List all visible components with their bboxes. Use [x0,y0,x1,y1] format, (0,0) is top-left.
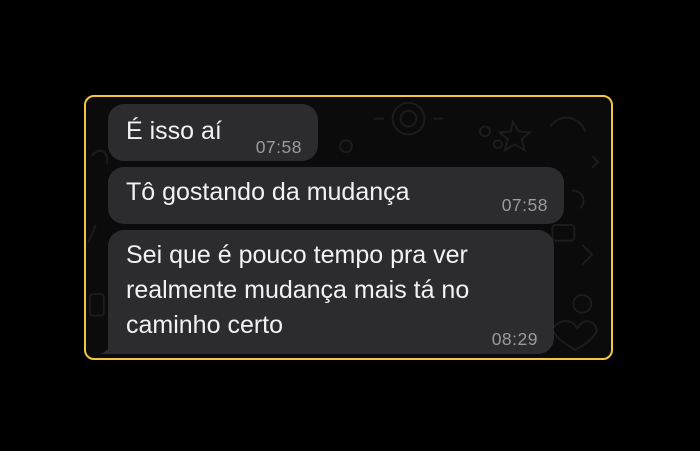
message-bubble[interactable]: É isso aí 07:58 [108,104,318,161]
message-bubble[interactable]: Tô gostando da mudança 07:58 [108,167,564,224]
message-timestamp: 08:29 [491,329,538,349]
message-text: Sei que é pouco tempo pra ver realmente … [126,241,470,339]
message-bubble[interactable]: Sei que é pouco tempo pra ver realmente … [108,230,554,354]
message-timestamp: 07:58 [501,195,548,215]
message-text: É isso aí [126,117,222,145]
chat-conversation-panel: É isso aí 07:58 Tô gostando da mudança 0… [84,95,613,360]
bubble-tail-icon [100,340,114,354]
message-timestamp: 07:58 [255,137,302,157]
message-text: Tô gostando da mudança [126,178,410,206]
